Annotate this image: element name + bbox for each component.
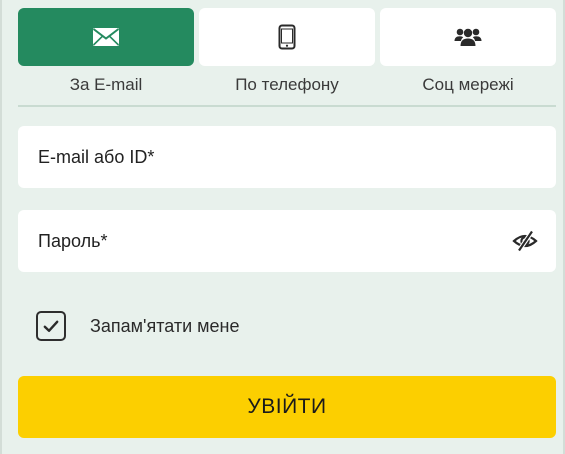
tab-email-button[interactable] (18, 8, 194, 66)
password-field[interactable] (18, 210, 556, 272)
login-button[interactable]: УВІЙТИ (18, 376, 556, 438)
users-group-icon (454, 26, 482, 48)
email-field[interactable] (18, 126, 556, 188)
tab-phone[interactable]: По телефону (199, 8, 375, 95)
tab-email[interactable]: За E-mail (18, 8, 194, 95)
tab-social[interactable]: Соц мережі (380, 8, 556, 95)
tab-phone-label: По телефону (235, 75, 339, 94)
password-input[interactable] (38, 226, 478, 256)
remember-me-checkbox[interactable] (36, 311, 66, 341)
tab-phone-button[interactable] (199, 8, 375, 66)
envelope-icon (92, 27, 120, 47)
divider (18, 105, 556, 107)
login-method-tabs: За E-mail По телефону Соц мережі (18, 8, 556, 96)
remember-me[interactable]: Запам'ятати мене (36, 310, 240, 342)
tab-email-label: За E-mail (69, 75, 143, 94)
smartphone-icon (278, 24, 296, 50)
remember-me-label: Запам'ятати мене (90, 315, 240, 336)
tab-social-button[interactable] (380, 8, 556, 66)
tab-social-label: Соц мережі (422, 75, 514, 94)
login-panel: За E-mail По телефону Соц мережі E-mail … (0, 0, 565, 454)
eye-slash-icon[interactable] (512, 229, 538, 253)
checkmark-icon (43, 320, 59, 333)
email-input[interactable] (38, 142, 478, 172)
